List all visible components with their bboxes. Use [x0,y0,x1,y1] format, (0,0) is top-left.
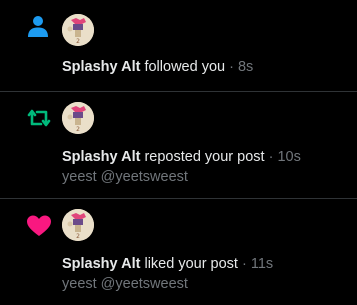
timestamp: 11s [250,256,274,272]
svg-text:2: 2 [76,233,80,240]
separator-dot: · [268,149,274,165]
notification-text: Splashy Alt liked your post · 11s [62,255,273,273]
timestamp: 10s [277,149,301,165]
separator-dot: · [229,59,234,75]
svg-text:2: 2 [76,126,80,133]
action-text: liked your post [144,256,238,272]
separator-dot: · [242,256,247,272]
user-name[interactable]: Splashy Alt [62,149,140,165]
avatar[interactable]: 2 [62,14,94,46]
notification-like[interactable]: 2 Splashy Alt liked your post · 11s yees… [0,199,357,305]
notification-text: Splashy Alt reposted your post · 10s [62,148,301,166]
action-text: reposted your post [144,149,265,165]
repost-icon [25,104,53,132]
user-name[interactable]: Splashy Alt [62,256,140,272]
svg-text:2: 2 [76,38,80,45]
person-icon [26,14,50,38]
post-preview[interactable]: yeest @yeetsweest [62,275,188,293]
timestamp: 8s [237,59,254,75]
notification-repost[interactable]: 2 Splashy Alt reposted your post · 10s y… [0,92,357,199]
notification-text: Splashy Alt followed you · 8s [62,58,253,76]
heart-icon [25,212,53,240]
avatar[interactable]: 2 [62,102,94,134]
avatar[interactable]: 2 [62,209,94,241]
notification-follow[interactable]: 2 Splashy Alt followed you · 8s [0,0,357,92]
action-text: followed you [144,59,226,75]
user-name[interactable]: Splashy Alt [62,59,140,75]
post-preview[interactable]: yeest @yeetsweest [62,168,188,186]
